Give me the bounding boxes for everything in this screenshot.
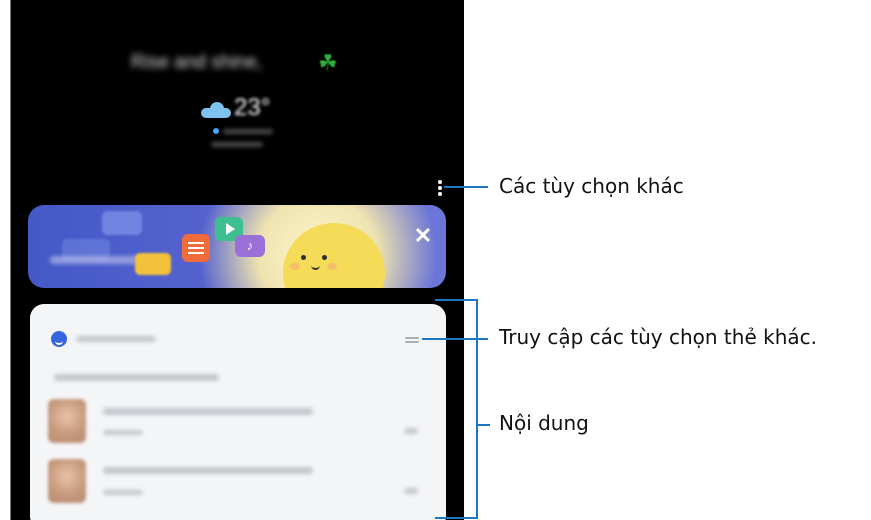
callout-line-more-options — [444, 186, 488, 188]
close-banner-button[interactable]: ✕ — [412, 225, 434, 247]
phone-screen: Rise and shine, ☘ 23° ♪ ✕ — [10, 0, 464, 520]
callout-card-options: Truy cập các tùy chọn thẻ khác. — [499, 325, 817, 349]
card-title — [76, 336, 156, 342]
content-bracket-bottom — [435, 517, 478, 519]
date-text — [211, 142, 263, 147]
item-thumbnail — [48, 459, 86, 503]
location-text — [223, 129, 273, 134]
callout-line-content — [478, 424, 490, 426]
location-pin-icon — [213, 128, 219, 134]
item-title — [103, 467, 313, 474]
callout-content: Nội dung — [499, 411, 589, 435]
mascot-eye — [301, 255, 306, 260]
banner-tile — [102, 211, 142, 235]
temperature: 23° — [234, 94, 271, 121]
promo-banner[interactable]: ♪ ✕ — [28, 205, 446, 288]
item-meta — [103, 430, 143, 435]
smile-icon — [51, 331, 67, 347]
cloud-icon — [201, 102, 231, 118]
item-action — [404, 428, 418, 434]
mascot-cheek — [327, 263, 337, 270]
weather-widget[interactable]: 23° — [201, 94, 321, 126]
content-bracket-top — [435, 299, 478, 301]
content-card[interactable] — [30, 304, 446, 520]
card-options-icon[interactable] — [405, 337, 419, 343]
more-options-icon[interactable] — [438, 180, 442, 196]
news-icon — [182, 234, 210, 262]
callout-more-options: Các tùy chọn khác — [499, 174, 684, 198]
item-thumbnail — [48, 399, 86, 443]
mascot-cheek — [290, 263, 300, 270]
item-meta — [103, 490, 143, 495]
callout-line-card-options — [422, 338, 488, 340]
banner-text — [50, 256, 138, 264]
item-title — [103, 408, 313, 415]
content-bracket-vertical — [476, 299, 478, 519]
banner-tile-yellow — [135, 253, 171, 275]
clover-icon: ☘ — [318, 50, 338, 75]
music-icon: ♪ — [235, 235, 265, 257]
item-action — [404, 488, 418, 494]
card-subtitle — [54, 374, 219, 381]
mascot-eye — [322, 255, 327, 260]
